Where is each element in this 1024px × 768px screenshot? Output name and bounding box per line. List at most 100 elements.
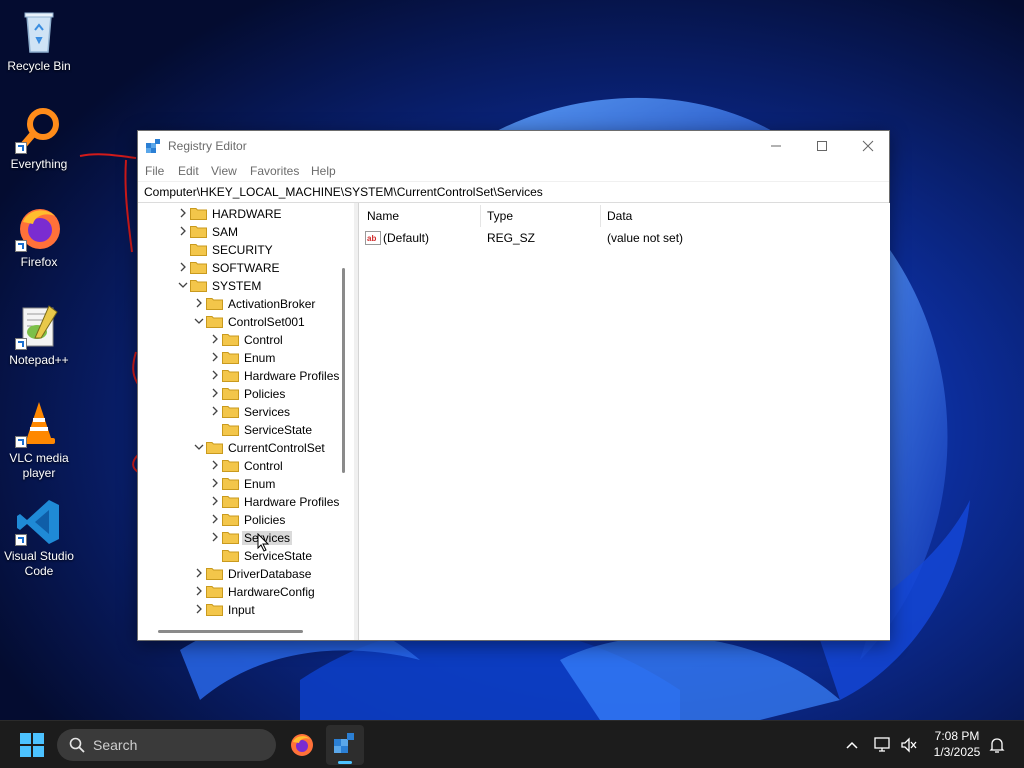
menu-help[interactable]: Help [311,164,336,178]
notification-bell-icon[interactable] [989,736,1005,754]
tree-item-label: Hardware Profiles [244,495,340,509]
column-divider[interactable] [600,205,601,227]
menu-favorites[interactable]: Favorites [250,164,299,178]
values-list-view[interactable]: Name Type Data ab (Default) REG_SZ (valu… [358,203,890,640]
start-button[interactable] [12,729,52,761]
chevron-right-icon[interactable] [210,478,220,488]
chevron-right-icon[interactable] [210,352,220,362]
chevron-right-icon[interactable] [194,604,204,614]
tree-horizontal-scrollbar[interactable] [158,630,303,633]
tree-item[interactable]: Services [138,403,338,421]
folder-icon [190,262,207,274]
search-icon [69,737,85,753]
folder-icon [222,460,239,472]
tree-item[interactable]: Control [138,331,338,349]
tree-item[interactable]: ServiceState [138,547,338,565]
desktop-icon-label: Everything [10,157,68,171]
chevron-right-icon[interactable] [210,514,220,524]
chevron-right-icon[interactable] [194,586,204,596]
taskbar-regedit-button[interactable] [326,725,364,765]
network-icon[interactable] [874,737,892,753]
tree-item-label: ControlSet001 [228,315,305,329]
tree-item[interactable]: SOFTWARE [138,259,338,277]
tree-item[interactable]: ServiceState [138,421,338,439]
clock[interactable]: 7:08 PM 1/3/2025 [922,728,992,762]
maximize-button[interactable] [799,131,845,161]
clock-date: 1/3/2025 [933,745,981,759]
tree-item[interactable]: ControlSet001 [138,313,338,331]
chevron-down-icon[interactable] [194,316,204,326]
tree-item[interactable]: SECURITY [138,241,338,259]
chevron-right-icon[interactable] [210,496,220,506]
recycle-bin-icon [15,8,63,56]
tree-item-label: Enum [244,351,276,365]
column-header-type[interactable]: Type [487,209,513,223]
taskbar-search-box[interactable]: Search [57,729,276,761]
tree-item[interactable]: Policies [138,511,338,529]
chevron-right-icon[interactable] [210,460,220,470]
shortcut-arrow-icon [15,240,27,252]
column-divider[interactable] [480,205,481,227]
tree-item[interactable]: Input [138,601,338,619]
chevron-right-icon[interactable] [210,370,220,380]
tree-item[interactable]: HARDWARE [138,205,338,223]
chevron-right-icon[interactable] [210,388,220,398]
value-name: (Default) [383,231,430,245]
tree-item[interactable]: Enum [138,475,338,493]
column-header-name[interactable]: Name [367,209,399,223]
address-bar[interactable]: Computer\HKEY_LOCAL_MACHINE\SYSTEM\Curre… [138,181,889,203]
tree-item-label: ActivationBroker [228,297,316,311]
chevron-right-icon[interactable] [178,226,188,236]
tree-item[interactable]: ActivationBroker [138,295,338,313]
show-hidden-icons-chevron-icon[interactable] [846,741,858,749]
tree-item[interactable]: CurrentControlSet [138,439,338,457]
column-header-data[interactable]: Data [607,209,632,223]
tree-item[interactable]: Hardware Profiles [138,493,340,511]
title-bar[interactable]: Registry Editor [138,131,889,161]
chevron-right-icon[interactable] [178,262,188,272]
value-type: REG_SZ [487,231,536,245]
tree-item[interactable]: Services [138,529,338,547]
tree-item[interactable]: HardwareConfig [138,583,338,601]
desktop-icon-firefox[interactable]: Firefox [4,204,74,270]
folder-icon [190,244,207,256]
tree-item[interactable]: DriverDatabase [138,565,338,583]
tree-item-label: ServiceState [244,549,313,563]
desktop-icon-vscode[interactable]: Visual Studio Code [4,498,74,579]
taskbar-firefox-button[interactable] [284,727,320,763]
tree-item[interactable]: Hardware Profiles [138,367,339,385]
tree-item[interactable]: Enum [138,349,338,367]
folder-icon [222,388,239,400]
chevron-right-icon[interactable] [210,532,220,542]
tree-item[interactable]: Control [138,457,338,475]
desktop-icon-everything[interactable]: Everything [4,106,74,172]
desktop-icon-vlc[interactable]: VLC media player [4,400,74,481]
chevron-right-icon[interactable] [210,406,220,416]
chevron-right-icon[interactable] [194,568,204,578]
chevron-down-icon[interactable] [194,442,204,452]
desktop-icon-notepadpp[interactable]: Notepad++ [4,302,74,368]
chevron-down-icon[interactable] [178,280,188,290]
menu-view[interactable]: View [211,164,237,178]
close-button[interactable] [845,131,891,161]
tree-item-label: Policies [244,513,286,527]
menu-edit[interactable]: Edit [178,164,199,178]
tree-item[interactable]: SYSTEM [138,277,338,295]
svg-text:ab: ab [367,234,376,243]
address-path[interactable]: Computer\HKEY_LOCAL_MACHINE\SYSTEM\Curre… [144,185,543,199]
menu-file[interactable]: File [145,164,164,178]
key-tree-view[interactable]: HARDWARE SAM SECURITY SOFTWARE SYSTEM Activat… [138,203,355,640]
volume-muted-icon[interactable] [900,737,918,753]
string-value-icon: ab [365,231,381,245]
registry-editor-window[interactable]: Registry Editor File Edit View Favorites… [137,130,890,641]
chevron-right-icon[interactable] [178,208,188,218]
tree-vertical-scrollbar[interactable] [342,268,345,473]
chevron-right-icon[interactable] [210,334,220,344]
minimize-button[interactable] [753,131,799,161]
chevron-right-icon[interactable] [194,298,204,308]
tree-item[interactable]: Policies [138,385,338,403]
tree-item[interactable]: SAM [138,223,338,241]
search-placeholder: Search [93,737,138,753]
menu-bar: File Edit View Favorites Help [138,161,889,181]
desktop-icon-recycle-bin[interactable]: Recycle Bin [4,8,74,74]
